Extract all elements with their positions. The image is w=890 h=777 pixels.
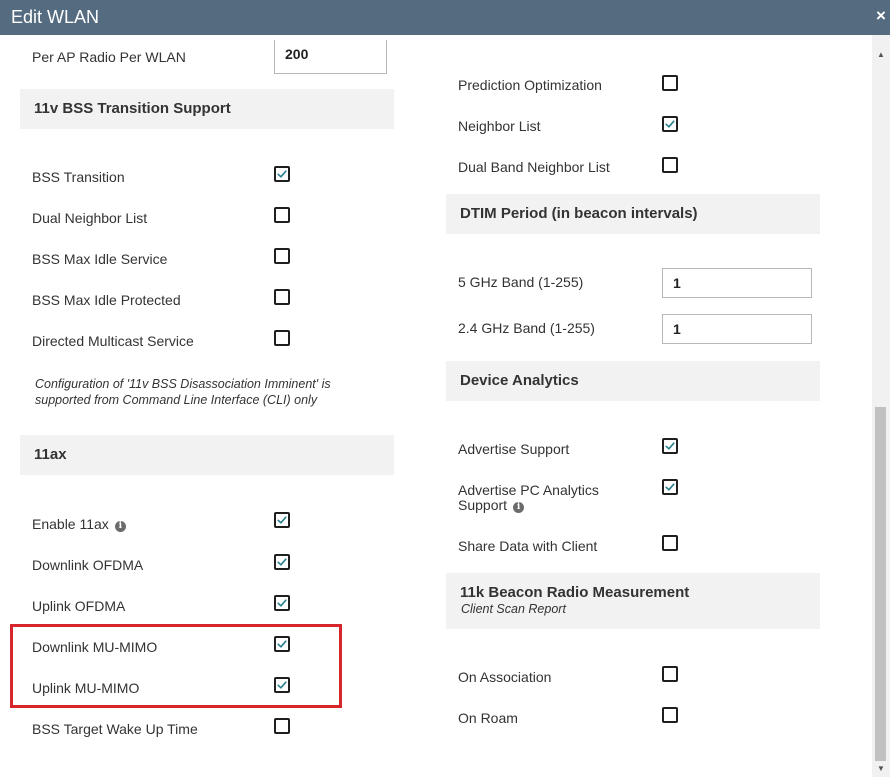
advertise-pc-analytics-label-line-2: Support i bbox=[458, 497, 525, 513]
advertise-support-checkbox[interactable] bbox=[662, 438, 678, 454]
11ax-section-header: 11ax bbox=[20, 435, 394, 475]
dtim-5ghz-input[interactable]: 1 bbox=[662, 268, 812, 298]
dialog-title: Edit WLAN bbox=[11, 7, 100, 27]
checkmark-icon bbox=[665, 120, 675, 128]
on-roam-checkbox[interactable] bbox=[662, 707, 678, 723]
checkmark-icon bbox=[665, 483, 675, 491]
bss-target-wake-up-time-label: BSS Target Wake Up Time bbox=[32, 721, 198, 737]
share-data-with-client-checkbox[interactable] bbox=[662, 535, 678, 551]
info-icon[interactable]: i bbox=[513, 502, 525, 513]
dtim-24ghz-input[interactable]: 1 bbox=[662, 314, 812, 344]
on-association-label: On Association bbox=[458, 669, 552, 685]
bss-transition-section-title: 11v BSS Transition Support bbox=[34, 100, 231, 117]
11k-beacon-section-subtitle: Client Scan Report bbox=[461, 602, 566, 616]
bss-max-idle-service-checkbox[interactable] bbox=[274, 248, 290, 264]
11k-beacon-section-title: 11k Beacon Radio Measurement bbox=[460, 584, 690, 601]
dialog-content: Per AP Radio Per WLAN 200 11v BSS Transi… bbox=[0, 35, 872, 777]
bss-transition-checkbox[interactable] bbox=[274, 166, 290, 182]
dual-neighbor-list-label: Dual Neighbor List bbox=[32, 210, 148, 226]
uplink-ofdma-checkbox[interactable] bbox=[274, 595, 290, 611]
enable-11ax-checkbox[interactable] bbox=[274, 512, 290, 528]
vertical-scrollbar[interactable]: ▲ ▼ bbox=[872, 35, 890, 777]
prediction-optimization-label: Prediction Optimization bbox=[458, 77, 602, 93]
dual-neighbor-list-checkbox[interactable] bbox=[274, 207, 290, 223]
directed-multicast-service-checkbox[interactable] bbox=[274, 330, 290, 346]
advertise-pc-analytics-support-text: Support bbox=[458, 497, 508, 513]
device-analytics-section-header: Device Analytics bbox=[446, 361, 820, 401]
dtim-24ghz-label: 2.4 GHz Band (1-255) bbox=[458, 320, 595, 336]
bss-transition-section-header: 11v BSS Transition Support bbox=[20, 89, 394, 129]
scroll-down-arrow-icon[interactable]: ▼ bbox=[872, 761, 890, 777]
dual-band-neighbor-list-checkbox[interactable] bbox=[662, 157, 678, 173]
close-icon[interactable]: × bbox=[874, 7, 888, 24]
checkmark-icon bbox=[277, 558, 287, 566]
prediction-optimization-checkbox[interactable] bbox=[662, 75, 678, 91]
11k-beacon-section-header: 11k Beacon Radio Measurement Client Scan… bbox=[446, 573, 820, 629]
bss-max-idle-service-label: BSS Max Idle Service bbox=[32, 251, 168, 267]
11ax-section-title: 11ax bbox=[34, 446, 67, 463]
uplink-ofdma-label: Uplink OFDMA bbox=[32, 598, 126, 614]
neighbor-list-label: Neighbor List bbox=[458, 118, 541, 134]
downlink-ofdma-label: Downlink OFDMA bbox=[32, 557, 144, 573]
bss-transition-label: BSS Transition bbox=[32, 169, 125, 185]
directed-multicast-service-label: Directed Multicast Service bbox=[32, 333, 194, 349]
advertise-support-label: Advertise Support bbox=[458, 441, 570, 457]
checkmark-icon bbox=[277, 516, 287, 524]
dtim-period-section-title: DTIM Period (in beacon intervals) bbox=[460, 205, 698, 222]
scrollbar-thumb[interactable] bbox=[875, 407, 886, 761]
checkmark-icon bbox=[277, 170, 287, 178]
enable-11ax-label: Enable 11ax i bbox=[32, 516, 126, 532]
advertise-pc-analytics-checkbox[interactable] bbox=[662, 479, 678, 495]
dialog-title-bar: Edit WLAN × bbox=[0, 0, 890, 35]
info-icon[interactable]: i bbox=[114, 521, 126, 532]
advertise-pc-analytics-label-line-1: Advertise PC Analytics bbox=[458, 482, 599, 498]
per-ap-radio-input[interactable]: 200 bbox=[274, 40, 387, 74]
share-data-with-client-label: Share Data with Client bbox=[458, 538, 598, 554]
cli-note-line-2: supported from Command Line Interface (C… bbox=[35, 393, 318, 407]
dual-band-neighbor-list-label: Dual Band Neighbor List bbox=[458, 159, 610, 175]
on-association-checkbox[interactable] bbox=[662, 666, 678, 682]
bss-target-wake-up-time-checkbox[interactable] bbox=[274, 718, 290, 734]
mu-mimo-highlight-box bbox=[10, 624, 342, 708]
per-ap-radio-label: Per AP Radio Per WLAN bbox=[32, 49, 186, 65]
dtim-period-section-header: DTIM Period (in beacon intervals) bbox=[446, 194, 820, 234]
neighbor-list-checkbox[interactable] bbox=[662, 116, 678, 132]
downlink-ofdma-checkbox[interactable] bbox=[274, 554, 290, 570]
scroll-up-arrow-icon[interactable]: ▲ bbox=[872, 47, 890, 63]
device-analytics-section-title: Device Analytics bbox=[460, 372, 579, 389]
checkmark-icon bbox=[665, 442, 675, 450]
bss-max-idle-protected-checkbox[interactable] bbox=[274, 289, 290, 305]
cli-note-line-1: Configuration of '11v BSS Disassociation… bbox=[35, 377, 331, 391]
enable-11ax-text: Enable 11ax bbox=[32, 516, 109, 532]
bss-max-idle-protected-label: BSS Max Idle Protected bbox=[32, 292, 181, 308]
on-roam-label: On Roam bbox=[458, 710, 518, 726]
checkmark-icon bbox=[277, 599, 287, 607]
dtim-5ghz-label: 5 GHz Band (1-255) bbox=[458, 274, 584, 290]
